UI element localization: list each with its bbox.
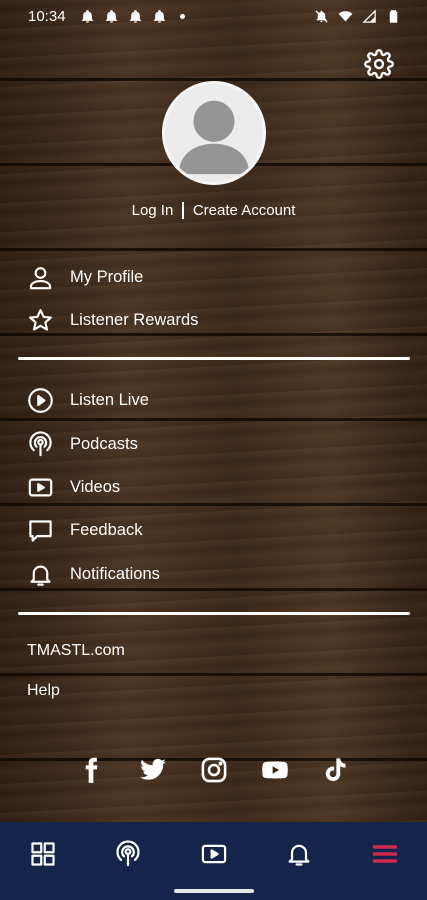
bell-icon: [26, 560, 54, 588]
divider: [18, 612, 410, 615]
podcast-icon: [116, 840, 140, 867]
video-icon: [26, 473, 54, 501]
twitter-icon: [140, 758, 166, 780]
auth-separator: [182, 202, 184, 219]
bell-icon: [153, 9, 166, 23]
menu-item-label: Listen Live: [70, 390, 149, 409]
user-placeholder-icon: [165, 84, 263, 182]
person-icon: [26, 263, 54, 291]
video-icon: [201, 844, 227, 864]
twitter-link[interactable]: [138, 755, 168, 785]
menu-item-label: Feedback: [70, 520, 143, 539]
tiktok-link[interactable]: [320, 755, 350, 785]
menu-item-label: Podcasts: [70, 434, 138, 453]
wifi-icon: [338, 11, 353, 22]
create-account-link[interactable]: Create Account: [193, 202, 296, 219]
bell-icon: [105, 9, 118, 23]
menu-item-videos[interactable]: Videos: [26, 471, 120, 503]
facebook-link[interactable]: [76, 755, 106, 785]
menu-item-listen-live[interactable]: Listen Live: [26, 384, 149, 416]
menu-item-feedback[interactable]: Feedback: [26, 514, 142, 546]
gear-icon: [364, 49, 394, 79]
bell-icon: [288, 844, 310, 866]
feedback-icon: [26, 516, 54, 544]
status-system-icons: [314, 9, 401, 24]
do-not-disturb-icon: [315, 10, 328, 23]
menu-item-label: Listener Rewards: [70, 310, 199, 329]
instagram-icon: [201, 757, 227, 783]
battery-icon: [389, 10, 398, 23]
website-link[interactable]: TMASTL.com: [27, 642, 125, 660]
social-links: [0, 755, 427, 787]
nav-home-button[interactable]: [27, 838, 59, 870]
bell-icon: [129, 9, 142, 23]
menu-item-label: My Profile: [70, 267, 144, 286]
menu-item-podcasts[interactable]: Podcasts: [26, 428, 138, 460]
menu-item-label: Notifications: [70, 564, 160, 583]
menu-item-listener-rewards[interactable]: Listener Rewards: [26, 304, 198, 336]
status-notifications: [80, 9, 185, 24]
nav-menu-button[interactable]: [369, 838, 401, 870]
instagram-link[interactable]: [199, 755, 229, 785]
menu-icon: [372, 845, 398, 863]
star-icon: [26, 306, 54, 334]
facebook-icon: [85, 757, 98, 783]
auth-links: Log In Create Account: [0, 202, 427, 219]
status-time: 10:34: [28, 8, 66, 25]
nav-notifications-button[interactable]: [283, 838, 315, 870]
login-link[interactable]: Log In: [132, 202, 174, 219]
tiktok-icon: [325, 758, 346, 782]
nav-podcasts-button[interactable]: [112, 838, 144, 870]
home-indicator[interactable]: [174, 889, 254, 893]
help-link[interactable]: Help: [27, 682, 60, 700]
grid-icon: [31, 842, 55, 866]
bell-icon: [81, 9, 94, 23]
divider: [18, 357, 410, 360]
menu-item-notifications[interactable]: Notifications: [26, 558, 160, 590]
youtube-link[interactable]: [260, 755, 290, 785]
play-circle-icon: [26, 386, 54, 414]
settings-button[interactable]: [364, 49, 394, 79]
menu-item-my-profile[interactable]: My Profile: [26, 261, 143, 293]
status-bar: 10:34: [0, 0, 427, 36]
podcast-icon: [26, 430, 54, 458]
more-notifications-dot: [180, 14, 185, 19]
avatar[interactable]: [162, 81, 266, 185]
nav-videos-button[interactable]: [198, 838, 230, 870]
signal-icon: [362, 9, 376, 23]
youtube-icon: [262, 761, 288, 779]
menu-item-label: Videos: [70, 477, 121, 496]
